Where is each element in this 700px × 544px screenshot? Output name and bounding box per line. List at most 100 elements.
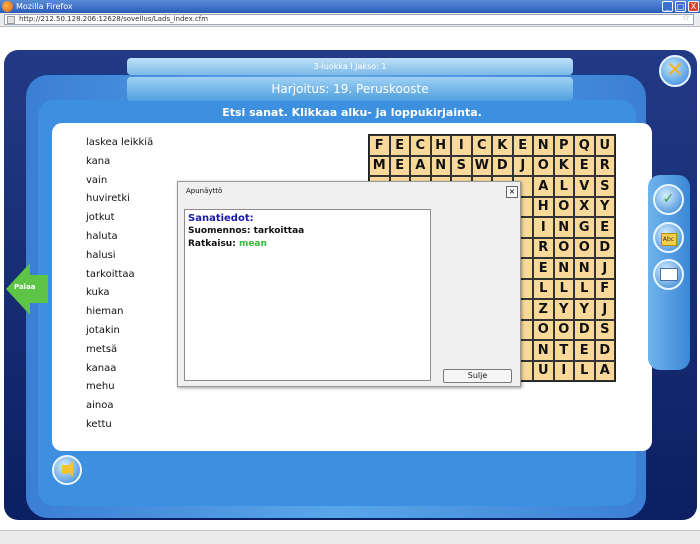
solution-label: Ratkaisu:	[188, 239, 236, 249]
grid-cell[interactable]: E	[594, 217, 615, 238]
check-tool-button[interactable]: ✓	[653, 184, 684, 215]
grid-cell[interactable]: W	[471, 155, 492, 176]
speaker-cone-icon	[65, 461, 73, 477]
grid-cell[interactable]: J	[594, 299, 615, 320]
url-input[interactable]: http://212.50.128.206:12628/sovellus/Lad…	[4, 14, 694, 25]
grid-cell[interactable]: G	[574, 217, 595, 238]
book-tool-button[interactable]	[653, 259, 684, 290]
grid-cell[interactable]: L	[574, 360, 595, 381]
grid-cell[interactable]: I	[451, 135, 472, 156]
grid-cell[interactable]: K	[492, 135, 513, 156]
url-text: http://212.50.128.206:12628/sovellus/Lad…	[19, 15, 209, 23]
window-close-button[interactable]: X	[688, 1, 699, 12]
grid-cell[interactable]: I	[533, 217, 554, 238]
grid-cell[interactable]: O	[574, 237, 595, 258]
grid-cell[interactable]: X	[574, 196, 595, 217]
grid-cell[interactable]: Y	[594, 196, 615, 217]
grid-cell[interactable]: A	[410, 155, 431, 176]
grid-cell[interactable]: N	[533, 135, 554, 156]
window-title: Mozilla Firefox	[16, 2, 73, 11]
instruction-text: Etsi sanat. Klikkaa alku- ja loppukirjai…	[222, 106, 482, 119]
grid-cell[interactable]: L	[574, 278, 595, 299]
dialog-title: Apunäyttö	[186, 187, 223, 195]
grid-cell[interactable]: N	[533, 340, 554, 361]
translation-value: tarkoittaa	[253, 226, 305, 236]
grid-cell[interactable]: K	[553, 155, 574, 176]
grid-cell[interactable]: S	[451, 155, 472, 176]
grid-cell[interactable]: A	[594, 360, 615, 381]
grid-cell[interactable]: Y	[574, 299, 595, 320]
word-list-item: kettu	[86, 418, 112, 430]
grid-cell[interactable]: C	[471, 135, 492, 156]
dialog-body: Sanatiedot: Suomennos: tarkoittaa Ratkai…	[184, 209, 431, 381]
grid-cell[interactable]: D	[594, 237, 615, 258]
status-bar	[0, 530, 700, 544]
word-list-item: kana	[86, 155, 111, 167]
grid-cell[interactable]: U	[594, 135, 615, 156]
window-titlebar: Mozilla Firefox _ □ X	[0, 0, 700, 13]
course-label: 3-luokka I Jakso: 1	[127, 58, 573, 75]
solution-value: mean	[238, 239, 267, 249]
grid-cell[interactable]: A	[533, 176, 554, 197]
address-bar: http://212.50.128.206:12628/sovellus/Lad…	[0, 13, 700, 27]
grid-cell[interactable]: N	[553, 217, 574, 238]
book-icon	[659, 268, 678, 281]
grid-cell[interactable]: M	[369, 155, 390, 176]
back-button-label: Palaa	[14, 283, 36, 291]
close-app-button[interactable]: ✕	[659, 55, 691, 87]
grid-cell[interactable]: E	[389, 155, 410, 176]
grid-cell[interactable]: Q	[574, 135, 595, 156]
grid-cell[interactable]: J	[594, 258, 615, 279]
grid-cell[interactable]: E	[389, 135, 410, 156]
grid-cell[interactable]: O	[553, 319, 574, 340]
grid-cell[interactable]: S	[594, 319, 615, 340]
grid-cell[interactable]: T	[553, 340, 574, 361]
grid-cell[interactable]: I	[553, 360, 574, 381]
grid-cell[interactable]: F	[594, 278, 615, 299]
grid-cell[interactable]: S	[594, 176, 615, 197]
maximize-button[interactable]: □	[675, 1, 686, 12]
grid-cell[interactable]: P	[553, 135, 574, 156]
solution-line: Ratkaisu: mean	[188, 238, 427, 251]
grid-cell[interactable]: L	[553, 176, 574, 197]
grid-cell[interactable]: U	[533, 360, 554, 381]
grid-cell[interactable]: E	[533, 258, 554, 279]
word-list-item: laskea leikkiä	[86, 137, 154, 148]
grid-cell[interactable]: C	[410, 135, 431, 156]
abc-tool-button[interactable]: Abc	[653, 222, 684, 253]
abc-icon: Abc	[660, 233, 677, 246]
grid-cell[interactable]: L	[553, 278, 574, 299]
sound-button[interactable]	[52, 455, 82, 485]
grid-cell[interactable]: L	[533, 278, 554, 299]
grid-cell[interactable]: D	[594, 340, 615, 361]
check-icon: ✓	[662, 191, 675, 207]
bookmark-star-icon[interactable]: ☆	[682, 14, 690, 23]
grid-cell[interactable]: Z	[533, 299, 554, 320]
grid-cell[interactable]: E	[512, 135, 533, 156]
grid-cell[interactable]: H	[430, 135, 451, 156]
grid-cell[interactable]: F	[369, 135, 390, 156]
dialog-close-button[interactable]: ×	[506, 186, 518, 198]
grid-cell[interactable]: Y	[553, 299, 574, 320]
grid-cell[interactable]: D	[574, 319, 595, 340]
grid-cell[interactable]: R	[533, 237, 554, 258]
sulje-button[interactable]: Sulje	[443, 369, 512, 383]
grid-cell[interactable]: N	[430, 155, 451, 176]
grid-cell[interactable]: N	[553, 258, 574, 279]
grid-cell[interactable]: O	[533, 155, 554, 176]
grid-cell[interactable]: J	[512, 155, 533, 176]
back-button[interactable]: Palaa	[6, 263, 48, 315]
grid-cell[interactable]: N	[574, 258, 595, 279]
page-icon	[7, 16, 15, 24]
grid-cell[interactable]: E	[574, 155, 595, 176]
grid-cell[interactable]: O	[533, 319, 554, 340]
grid-cell[interactable]: V	[574, 176, 595, 197]
minimize-button[interactable]: _	[662, 1, 673, 12]
grid-cell[interactable]: E	[574, 340, 595, 361]
grid-cell[interactable]: O	[553, 196, 574, 217]
grid-cell[interactable]: H	[533, 196, 554, 217]
helper-dialog: Apunäyttö × Sanatiedot: Suomennos: tarko…	[177, 181, 521, 387]
grid-cell[interactable]: R	[594, 155, 615, 176]
grid-cell[interactable]: O	[553, 237, 574, 258]
grid-cell[interactable]: D	[492, 155, 513, 176]
